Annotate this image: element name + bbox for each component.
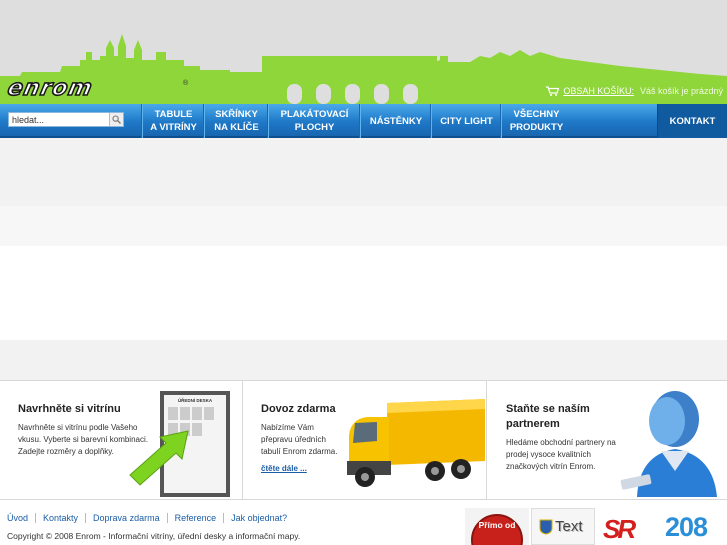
feature-text: Hledáme obchodní partnery na prodej vyso… bbox=[506, 438, 616, 471]
cart-summary: OBSAH KOŠÍKU: Váš košík je prázdný bbox=[546, 86, 723, 96]
content-band bbox=[0, 138, 727, 206]
nav-item-label: SKŘÍNKY NA KLÍČE bbox=[214, 109, 259, 133]
delivery-truck-illustration bbox=[347, 399, 485, 487]
badge-sr[interactable]: SR bbox=[597, 508, 661, 545]
feature-title: Staňte se naším partnerem bbox=[506, 403, 590, 430]
search-button[interactable] bbox=[109, 113, 123, 126]
feature-free-delivery[interactable]: Dovoz zdarma Nabízíme Vám přepravu úředn… bbox=[243, 381, 487, 500]
magnifier-icon bbox=[112, 115, 121, 124]
nav-item-label: KONTAKT bbox=[669, 115, 716, 127]
nav-item-tabule-a-vitriny[interactable]: TABULE A VITRÍNY bbox=[142, 104, 204, 138]
footer-link-uvod[interactable]: Úvod bbox=[0, 513, 37, 523]
footer-link-jak-objednat[interactable]: Jak objednat? bbox=[224, 513, 294, 523]
badge-primo-od[interactable]: Přímo od bbox=[465, 508, 529, 545]
nav-item-label: VŠECHNY PRODUKTY bbox=[509, 109, 564, 133]
feature-title: Navrhněte si vitrínu bbox=[18, 403, 121, 415]
partner-person-illustration bbox=[620, 391, 717, 497]
header: enrom ® OBSAH KOŠÍKU: Váš košík je prázd… bbox=[0, 0, 727, 104]
nav-item-nastenky[interactable]: NÁSTĚNKY bbox=[360, 104, 431, 138]
nav-item-label: PLAKÁTOVACÍ PLOCHY bbox=[280, 109, 349, 133]
copyright-text: Copyright © 2008 Enrom - Informační vitr… bbox=[7, 531, 301, 541]
shopping-cart-icon bbox=[546, 86, 560, 96]
feature-boxes: Navrhněte si vitrínu Navrhněte si vitrín… bbox=[0, 380, 727, 500]
badge-label: Text bbox=[555, 518, 583, 535]
cart-status-text: Váš košík je prázdný bbox=[639, 86, 723, 96]
nav-item-kontakt[interactable]: KONTAKT bbox=[657, 104, 727, 138]
nav-item-label: TABULE A VITRÍNY bbox=[150, 109, 197, 133]
feature-text: Nabízíme Vám přepravu úředních tabulí En… bbox=[261, 423, 338, 456]
feature-design-showcase[interactable]: Navrhněte si vitrínu Navrhněte si vitrín… bbox=[0, 381, 243, 500]
nav-item-city-light[interactable]: CITY LIGHT bbox=[431, 104, 501, 138]
cart-contents-link[interactable]: OBSAH KOŠÍKU: bbox=[563, 86, 634, 96]
feature-title: Dovoz zdarma bbox=[261, 403, 336, 415]
nav-item-label: NÁSTĚNKY bbox=[369, 115, 423, 127]
content-band bbox=[0, 340, 727, 380]
footer-link-doprava-zdarma[interactable]: Doprava zdarma bbox=[86, 513, 168, 523]
registered-mark: ® bbox=[183, 80, 189, 87]
nav-item-plakatovaci-plochy[interactable]: PLAKÁTOVACÍ PLOCHY bbox=[268, 104, 360, 138]
nav-item-label: CITY LIGHT bbox=[440, 115, 493, 127]
search-box bbox=[8, 112, 124, 127]
read-more-link[interactable]: čtěte dále ... bbox=[261, 464, 307, 473]
footer-link-kontakty[interactable]: Kontakty bbox=[36, 513, 87, 523]
content-band bbox=[0, 206, 727, 246]
partner-badges: Přímo od Text SR 208 bbox=[463, 508, 727, 545]
badge-text[interactable]: Text bbox=[531, 508, 595, 545]
badge-208[interactable]: 208 bbox=[663, 508, 727, 545]
nav-item-skrinky-na-klice[interactable]: SKŘÍNKY NA KLÍČE bbox=[204, 104, 268, 138]
coat-of-arms-icon bbox=[539, 519, 553, 535]
badge-label: SR bbox=[603, 514, 636, 544]
badge-label: 208 bbox=[665, 512, 708, 542]
notice-board-illustration: ÚŘEDNÍ DESKA bbox=[129, 391, 230, 497]
feature-become-partner[interactable]: Staňte se naším partnerem Hledáme obchod… bbox=[487, 381, 727, 500]
badge-label: Přímo od bbox=[478, 520, 516, 530]
board-title: ÚŘEDNÍ DESKA bbox=[178, 396, 213, 403]
main-navigation: TABULEA VITRÍNY SKŘÍNKYNA KLÍČE PLAKÁTOV… bbox=[0, 104, 727, 138]
search-input[interactable] bbox=[9, 113, 109, 126]
enrom-logo[interactable]: enrom bbox=[5, 75, 96, 102]
nav-item-vsechny-produkty[interactable]: VŠECHNY PRODUKTY bbox=[501, 104, 571, 138]
footer-link-reference[interactable]: Reference bbox=[168, 513, 225, 523]
footer-links: Úvod Kontakty Doprava zdarma Reference J… bbox=[0, 513, 294, 523]
